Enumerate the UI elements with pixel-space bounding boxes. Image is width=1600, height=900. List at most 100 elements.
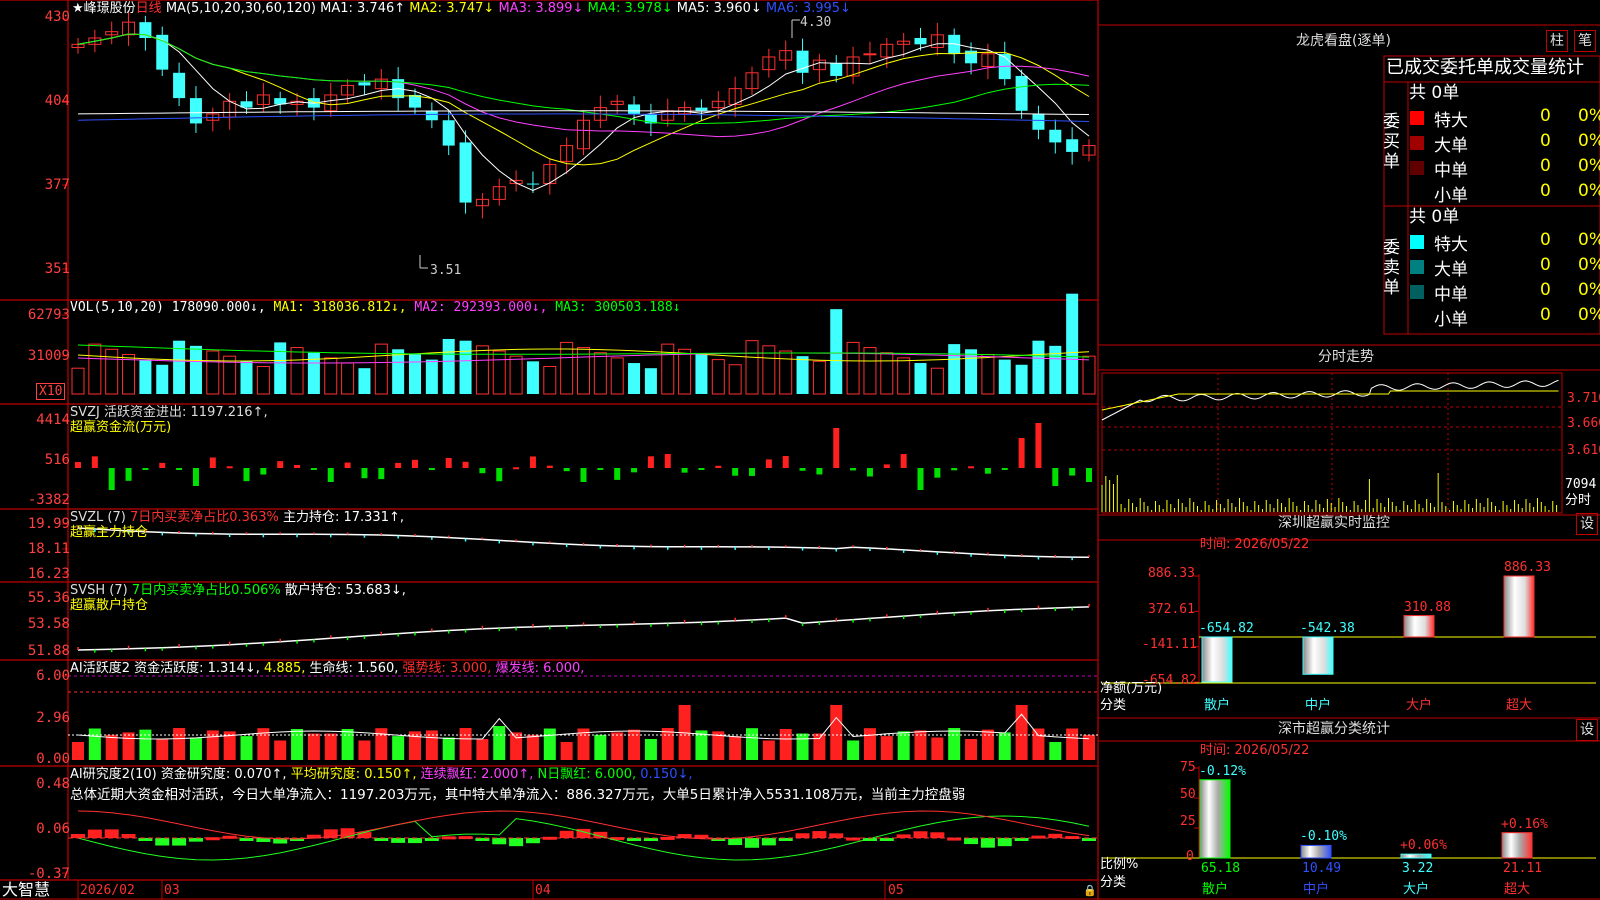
bar-view-button[interactable]: 柱: [1546, 30, 1568, 52]
sz-category: 超大: [1506, 698, 1533, 713]
research-bar: [172, 838, 187, 846]
row-percent: 0%: [1578, 305, 1600, 325]
row-name: 大单: [1434, 260, 1468, 280]
price-tick: 404: [44, 93, 70, 109]
flow-bar: [866, 468, 873, 477]
activity-bar: [998, 732, 1011, 760]
fl-value-label: 65.18: [1201, 861, 1241, 876]
buy-total: 共 0单: [1409, 83, 1460, 103]
activity-bar: [931, 737, 944, 760]
fl-tick: 25: [1180, 814, 1196, 829]
fl-time: 时间: 2026/05/22: [1200, 743, 1310, 758]
fl-value-label: 10.49: [1302, 861, 1342, 876]
vol-tick: 31009: [27, 348, 70, 364]
flow-bar: [125, 468, 132, 481]
sell-row-s[interactable]: 小单 0 0%: [1410, 305, 1600, 330]
sz-bar: [1403, 615, 1435, 638]
sell-row-l[interactable]: 大单 0 0%: [1410, 255, 1600, 280]
flow-bar: [631, 468, 638, 473]
brand-logo[interactable]: 大智慧: [2, 880, 50, 899]
activity-bar: [1049, 741, 1062, 760]
sz-bar: [1503, 575, 1535, 638]
volume-bar: [560, 341, 574, 395]
flow-bar: [412, 459, 418, 468]
buy-row-m[interactable]: 中单 0 0%: [1410, 156, 1600, 181]
activity-bar: [813, 733, 826, 760]
research-bar: [896, 834, 911, 838]
activity-bar: [409, 731, 421, 760]
volume-bar: [711, 359, 725, 395]
ai2-last: 0.150↓,: [640, 767, 693, 782]
flow-bar: [108, 468, 115, 490]
flow-bar: [75, 462, 81, 468]
volume-bar: [779, 350, 793, 395]
fl-change-label: +0.16%: [1501, 816, 1548, 832]
intraday-vol-tick: 7094: [1565, 477, 1597, 492]
vol-ma3: MA3: 300503.188↓: [555, 300, 681, 315]
stock-name[interactable]: 峰璟股份: [84, 1, 136, 16]
flow-bar: [580, 468, 587, 482]
price-tick: 430: [44, 9, 70, 25]
row-value: 0: [1540, 181, 1551, 201]
activity-bar: [762, 740, 775, 760]
date-label: 04: [535, 883, 551, 898]
ma4-value: MA4: 3.978↓: [587, 1, 673, 16]
volume-bar: [812, 360, 826, 395]
flow-bar: [732, 468, 739, 476]
volume-bar: [459, 340, 472, 394]
flow-bar: [597, 468, 604, 470]
row-value: 0: [1540, 131, 1551, 151]
flow-bar: [226, 466, 233, 469]
fl-category: 大户: [1403, 882, 1430, 897]
lock-icon[interactable]: 🔒: [1083, 883, 1097, 898]
sz-tick: -141.11: [1142, 637, 1197, 652]
sell-row-m[interactable]: 中单 0 0%: [1410, 280, 1600, 305]
tick-view-button[interactable]: 笔: [1574, 30, 1596, 52]
period-label[interactable]: 日线: [136, 1, 162, 16]
sell-row-xl[interactable]: 特大 0 0%: [1410, 230, 1600, 255]
activity-bar: [560, 741, 573, 760]
volume-bar: [695, 354, 708, 394]
svzj-tick: 516: [44, 452, 70, 468]
svzl-ratio: 7日内买卖净占比0.363%: [129, 510, 279, 525]
flow-bar: [361, 468, 368, 479]
row-percent: 0%: [1578, 156, 1600, 176]
candle-body: [173, 72, 186, 99]
fl-category: 散户: [1202, 882, 1229, 897]
fl-settings-button[interactable]: 设: [1576, 719, 1598, 741]
buy-row-l[interactable]: 大单 0 0%: [1410, 131, 1600, 156]
candle-body: [1049, 129, 1062, 143]
volume-bar: [745, 340, 759, 395]
svsh-name: SVSH (7): [70, 583, 128, 598]
volume-bar: [358, 368, 371, 394]
svzl-holding: 主力持仓: 17.331↑,: [282, 510, 404, 525]
candle-body: [1032, 113, 1045, 130]
volume-bar: [796, 356, 809, 394]
chart-canvas[interactable]: [0, 0, 1600, 900]
row-value: 0: [1540, 255, 1551, 275]
sz-time: 时间: 2026/05/22: [1200, 537, 1310, 552]
activity-bar: [459, 728, 472, 760]
price-tick: 351: [44, 261, 70, 277]
flow-bar: [192, 468, 199, 486]
volume-bar: [543, 365, 557, 395]
sz-tick: 886.33: [1148, 566, 1195, 581]
row-percent: 0%: [1578, 230, 1600, 250]
activity-bar: [1066, 728, 1079, 760]
fl-change-label: +0.06%: [1400, 838, 1447, 854]
row-percent: 0%: [1578, 181, 1600, 201]
flow-bar: [681, 468, 688, 473]
buy-row-xl[interactable]: 特大 0 0%: [1410, 106, 1600, 131]
legend-swatch: [1410, 260, 1424, 274]
buy-row-s[interactable]: 小单 0 0%: [1410, 181, 1600, 206]
activity-bar: [594, 734, 607, 760]
fl-xlabel: 分类: [1100, 875, 1127, 890]
volume-bar: [981, 353, 995, 395]
legend-swatch: [1410, 161, 1424, 175]
activity-bar: [122, 732, 135, 760]
sz-settings-button[interactable]: 设: [1576, 513, 1598, 535]
vol-unit-badge[interactable]: X10: [36, 383, 66, 400]
research-bar: [728, 838, 743, 846]
volume-bar: [593, 352, 607, 395]
flow-bar: [1035, 423, 1042, 468]
